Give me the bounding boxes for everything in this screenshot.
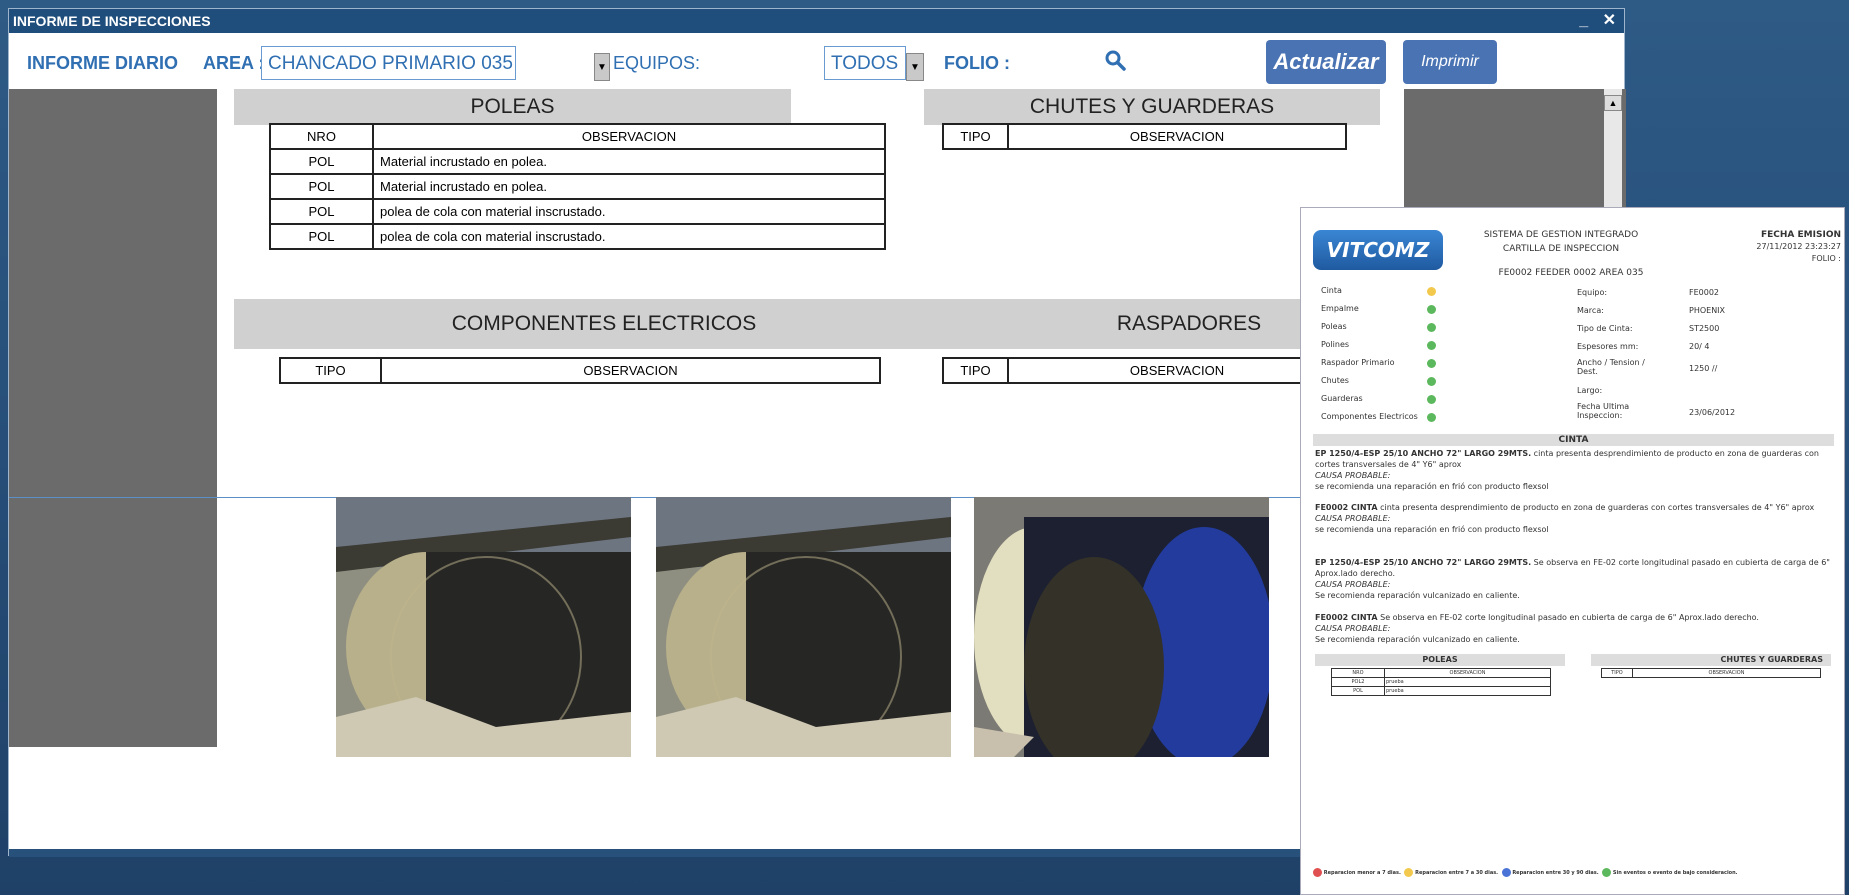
raspadores-table: TIPO OBSERVACION <box>942 357 1347 384</box>
report-chutes-header: CHUTES Y GUARDERAS <box>1591 654 1831 666</box>
status-dot <box>1427 413 1436 422</box>
report-chutes-table: TIPO OBSERVACION <box>1601 668 1821 678</box>
inspection-report-preview: VITCOMZ SISTEMA DE GESTION INTEGRADO CAR… <box>1300 207 1845 895</box>
observation-block: EP 1250/4-ESP 25/10 ANCHO 72" LARGO 29MT… <box>1315 449 1819 491</box>
poleas-header: POLEAS <box>234 89 791 125</box>
status-dot <box>1427 395 1436 404</box>
report-cartilla-title: CARTILLA DE INSPECCION <box>1502 244 1620 254</box>
report-system-title: SISTEMA DE GESTION INTEGRADO <box>1483 230 1639 240</box>
area-select[interactable]: CHANCADO PRIMARIO 035 <box>261 46 516 80</box>
table-row: POL Material incrustado en polea. <box>269 148 886 175</box>
report-poleas-table: NRO OBSERVACION POL2 prueba POL prueba <box>1331 668 1551 696</box>
status-dot <box>1427 287 1436 296</box>
table-row: POL polea de cola con material inscrustad… <box>269 223 886 250</box>
search-icon[interactable] <box>1104 49 1126 71</box>
report-folio-label: FOLIO : <box>1811 254 1841 263</box>
report-legend: Reparacion menor a 7 dias. Reparacion en… <box>1313 868 1843 877</box>
scroll-up-arrow-icon[interactable]: ▲ <box>1604 95 1622 111</box>
table-header-row: TIPO OBSERVACION <box>942 123 1347 150</box>
left-gray-panel <box>9 89 217 747</box>
inspection-photo <box>336 497 631 757</box>
status-dot <box>1427 377 1436 386</box>
observation-block: FE0002 CINTA cinta presenta desprendimie… <box>1315 503 1815 534</box>
report-poleas-header: POLEAS <box>1315 654 1565 666</box>
table-row: POL Material incrustado en polea. <box>269 173 886 200</box>
chutes-table: TIPO OBSERVACION <box>942 123 1347 150</box>
vitcomz-logo: VITCOMZ <box>1313 230 1443 270</box>
actualizar-button[interactable]: Actualizar <box>1266 40 1386 84</box>
minimize-button[interactable]: _ <box>1579 12 1588 29</box>
observation-block: FE0002 CINTA Se observa en FE-02 corte l… <box>1315 613 1759 644</box>
table-header-row: TIPO OBSERVACION <box>942 357 1347 384</box>
status-dot <box>1427 305 1436 314</box>
window-title: INFORME DE INSPECCIONES <box>13 13 211 29</box>
equipos-label: EQUIPOS: <box>613 53 701 73</box>
imprimir-button[interactable]: Imprimir <box>1403 40 1497 84</box>
observation-block: EP 1250/4-ESP 25/10 ANCHO 72" LARGO 29MT… <box>1315 558 1830 600</box>
cinta-header: CINTA <box>1313 434 1834 446</box>
fecha-emision-value: 27/11/2012 23:23:27 <box>1756 242 1841 251</box>
table-header-row: NRO OBSERVACION <box>269 123 886 150</box>
informe-diario-label: INFORME DIARIO <box>27 53 178 73</box>
electricos-header: COMPONENTES ELECTRICOS <box>234 299 974 349</box>
electricos-table: TIPO OBSERVACION <box>279 357 881 384</box>
equipos-dropdown-button[interactable]: ▼ <box>906 53 924 81</box>
status-dot <box>1427 341 1436 350</box>
close-button[interactable]: ✕ <box>1603 12 1616 29</box>
status-dot <box>1427 359 1436 368</box>
inspection-photo <box>656 497 951 757</box>
equipos-select[interactable]: TODOS <box>824 46 906 80</box>
inspection-photo <box>974 497 1269 757</box>
equipo-header: FE0002 FEEDER 0002 AREA 035 <box>1498 268 1644 278</box>
folio-label: FOLIO : <box>944 53 1010 73</box>
area-label: AREA : <box>203 53 265 73</box>
area-dropdown-button[interactable]: ▼ <box>594 53 610 81</box>
fecha-emision-label: FECHA EMISION <box>1761 230 1841 240</box>
chutes-header: CHUTES Y GUARDERAS <box>924 89 1380 125</box>
table-row: POL polea de cola con material inscrustad… <box>269 198 886 225</box>
status-dot <box>1427 323 1436 332</box>
poleas-table: NRO OBSERVACION POL Material incrustado e… <box>269 123 886 250</box>
title-bar: INFORME DE INSPECCIONES _ ✕ <box>9 9 1624 33</box>
toolbar: INFORME DIARIO AREA : CHANCADO PRIMARIO … <box>9 33 1624 84</box>
table-header-row: TIPO OBSERVACION <box>279 357 881 384</box>
